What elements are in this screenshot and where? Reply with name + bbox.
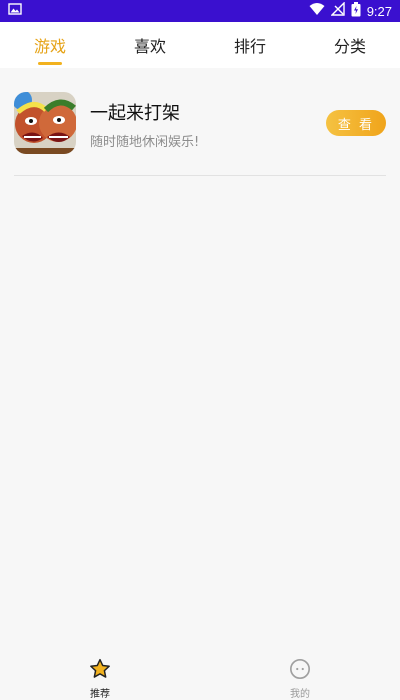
nav-label: 推荐	[90, 689, 110, 700]
nav-item-mine[interactable]: 我的	[200, 658, 400, 700]
nav-item-recommend[interactable]: 推荐	[0, 658, 200, 700]
view-button[interactable]: 查 看	[326, 110, 386, 136]
status-bar: 9:27	[0, 0, 400, 22]
tab-ranking[interactable]: 排行	[200, 22, 300, 68]
game-description: 随时随地休闲娱乐!	[90, 135, 200, 150]
tab-favorites[interactable]: 喜欢	[100, 22, 200, 68]
status-time: 9:27	[366, 3, 392, 19]
nav-label: 我的	[290, 689, 310, 700]
list-item[interactable]: 一起来打架 随时随地休闲娱乐! 查 看	[14, 92, 386, 176]
game-icon	[14, 92, 76, 154]
game-title: 一起来打架	[90, 103, 180, 124]
tab-label: 喜欢	[133, 37, 166, 56]
tab-games[interactable]: 游戏	[0, 22, 100, 68]
divider	[14, 175, 386, 176]
signal-icon	[329, 1, 345, 20]
top-tabs: 游戏 喜欢 排行 分类	[0, 22, 400, 68]
bottom-nav: 推荐 我的	[0, 658, 400, 700]
tab-label: 排行	[233, 37, 266, 56]
wifi-icon	[309, 2, 325, 20]
game-list: 一起来打架 随时随地休闲娱乐! 查 看	[0, 68, 400, 658]
star-icon	[89, 658, 111, 684]
face-icon	[289, 658, 311, 684]
active-tab-indicator	[38, 62, 62, 65]
image-icon	[8, 2, 22, 20]
battery-icon	[351, 1, 361, 21]
tab-label: 游戏	[33, 37, 66, 56]
tab-label: 分类	[333, 37, 366, 56]
tab-categories[interactable]: 分类	[300, 22, 400, 68]
